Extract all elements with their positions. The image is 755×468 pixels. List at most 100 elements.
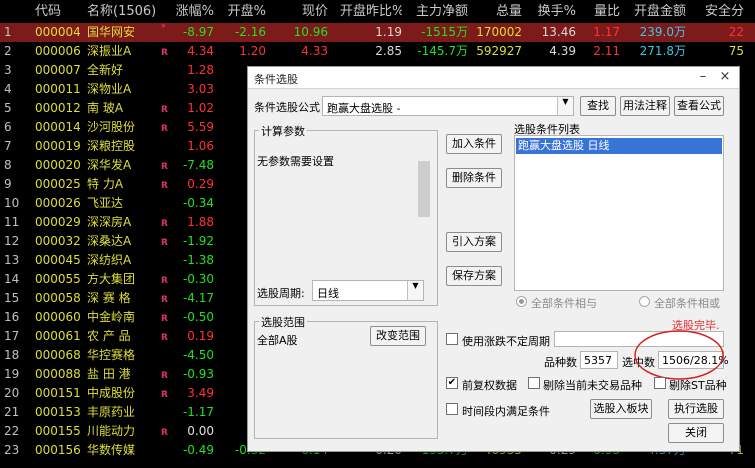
cell-chg: 1.06 xyxy=(187,139,214,153)
variable-period-label: 使用涨跌不定周期 xyxy=(462,335,550,348)
cell-name: 华数传媒 xyxy=(87,443,136,457)
column-header-open[interactable]: 开盘% xyxy=(224,2,266,22)
delete-condition-button[interactable]: 删除条件 xyxy=(446,168,502,188)
column-header-price[interactable]: 现价 xyxy=(276,2,328,22)
chevron-down-icon[interactable]: ▼ xyxy=(407,281,423,300)
column-header-safe[interactable]: 安全分 xyxy=(700,2,744,22)
cell-vol: 592927 xyxy=(476,44,522,58)
formula-select[interactable]: 跑赢大盘选股 - ▼ xyxy=(322,96,574,116)
execute-screening-button[interactable]: 执行选股 xyxy=(668,399,724,419)
usage-notes-button[interactable]: 用法注释 xyxy=(620,96,670,116)
add-to-block-button[interactable]: 选股入板块 xyxy=(590,399,652,419)
column-header-chg[interactable]: 涨幅% xyxy=(172,2,214,22)
cell-price: 10.96 xyxy=(293,25,328,39)
cell-chg: 1.02 xyxy=(187,101,214,115)
cell-code: 000151 xyxy=(35,386,81,400)
cell-chg: -8.97 xyxy=(182,25,214,39)
cell-mark: R xyxy=(161,162,168,172)
scope-value: 全部A股 xyxy=(257,334,298,347)
cell-idx: 7 xyxy=(4,139,12,153)
cell-idx: 23 xyxy=(4,443,20,457)
view-formula-button[interactable]: 查看公式 xyxy=(674,96,724,116)
exclude-untraded-checkbox[interactable] xyxy=(528,377,540,389)
cell-name: 国华网安 xyxy=(87,25,136,39)
time-range-label: 时间段内满足条件 xyxy=(462,405,550,418)
minimize-icon[interactable]: – xyxy=(694,69,712,85)
adjust-data-checkbox[interactable]: ✔ xyxy=(446,377,458,389)
cell-name: 沙河股份 xyxy=(87,120,136,134)
close-icon[interactable]: × xyxy=(716,69,734,85)
column-header-ratio[interactable]: 开盘昨比% xyxy=(340,2,402,22)
column-header-amt[interactable]: 开盘金额 xyxy=(628,2,686,22)
cell-chg: -0.34 xyxy=(182,196,214,210)
cell-mark: R xyxy=(161,428,168,438)
column-header-flow[interactable]: 主力净额 xyxy=(408,2,468,22)
radio-or[interactable] xyxy=(639,296,650,307)
dialog-titlebar[interactable]: 条件选股 – × xyxy=(248,67,739,89)
column-header-code[interactable]: 代码 xyxy=(35,2,83,22)
exclude-st-label: 剔除ST品种 xyxy=(669,379,727,392)
cell-idx: 17 xyxy=(4,329,20,343)
cell-chg: 1.28 xyxy=(187,63,214,77)
table-row[interactable]: 1 000004 国华网安 * -8.97 -2.16 10.96 1.19 -1515万 170… xyxy=(0,23,755,42)
formula-value: 跑赢大盘选股 - xyxy=(327,102,401,115)
cell-code: 000011 xyxy=(35,82,81,96)
cell-mark: R xyxy=(161,219,168,229)
cell-idx: 5 xyxy=(4,101,12,115)
params-group-title: 计算参数 xyxy=(259,123,307,139)
cell-name: 方大集团 xyxy=(87,272,136,286)
exclude-st-checkbox[interactable] xyxy=(654,377,666,389)
cell-qr: 1.17 xyxy=(593,25,620,39)
column-header-turn[interactable]: 换手% xyxy=(532,2,576,22)
cell-idx: 10 xyxy=(4,196,20,210)
column-header-name[interactable]: 名称(1506) xyxy=(87,2,159,22)
cell-name: 农 产 品 xyxy=(87,329,131,343)
formula-label: 条件选股公式 xyxy=(254,101,320,114)
condition-list-item[interactable]: 跑赢大盘选股 日线 xyxy=(516,138,722,154)
cell-chg: 3.49 xyxy=(187,386,214,400)
cell-price: 4.33 xyxy=(301,44,328,58)
cell-idx: 3 xyxy=(4,63,12,77)
cell-mark: R xyxy=(161,333,168,343)
cell-code: 000032 xyxy=(35,234,81,248)
variable-period-checkbox[interactable] xyxy=(446,333,458,345)
cell-name: 深桑达A xyxy=(87,234,132,248)
find-button[interactable]: 查找 xyxy=(580,96,616,116)
import-plan-button[interactable]: 引入方案 xyxy=(446,232,502,252)
cell-amt: 239.0万 xyxy=(639,25,686,39)
condition-list[interactable]: 跑赢大盘选股 日线 xyxy=(514,135,724,291)
change-scope-button[interactable]: 改变范围 xyxy=(370,326,426,346)
cell-chg: -0.50 xyxy=(182,310,214,324)
exclude-untraded-label: 剔除当前未交易品种 xyxy=(543,379,642,392)
cell-idx: 21 xyxy=(4,405,20,419)
params-scrollbar[interactable] xyxy=(418,161,430,217)
add-condition-button[interactable]: 加入条件 xyxy=(446,134,502,154)
cell-code: 000060 xyxy=(35,310,81,324)
cell-name: 南 玻A xyxy=(87,101,124,115)
table-header: 代码 名称(1506) 涨幅% 开盘% 现价 开盘昨比% 主力净额 总量 换手% 量比 开盘金额 安全… xyxy=(0,2,755,22)
cell-code: 000004 xyxy=(35,25,81,39)
cell-name: 深粮控股 xyxy=(87,139,136,153)
close-button[interactable]: 关闭 xyxy=(668,423,724,443)
save-plan-button[interactable]: 保存方案 xyxy=(446,266,502,286)
chevron-down-icon[interactable]: ▼ xyxy=(557,97,573,115)
cell-vol: 170002 xyxy=(476,25,522,39)
table-row[interactable]: 2 000006 深振业A R 4.34 1.20 4.33 2.85 -145.7万 59292… xyxy=(0,42,755,61)
cell-name: 深华发A xyxy=(87,158,132,172)
radio-and[interactable] xyxy=(516,296,527,307)
cell-name: 华控赛格 xyxy=(87,348,136,362)
cell-chg: -0.30 xyxy=(182,272,214,286)
column-header-vol[interactable]: 总量 xyxy=(472,2,522,22)
period-value: 日线 xyxy=(317,287,339,300)
cell-idx: 22 xyxy=(4,424,20,438)
cell-name: 飞亚达 xyxy=(87,196,124,210)
period-select[interactable]: 日线 ▼ xyxy=(312,280,424,301)
cell-idx: 18 xyxy=(4,348,20,362)
cell-mark: * xyxy=(161,23,166,33)
time-range-checkbox[interactable] xyxy=(446,403,458,415)
cell-qr: 2.11 xyxy=(593,44,620,58)
column-header-qr[interactable]: 量比 xyxy=(584,2,620,22)
count-value: 5357 xyxy=(584,354,612,367)
cell-name: 深深房A xyxy=(87,215,132,229)
cell-ratio: 1.19 xyxy=(375,25,402,39)
